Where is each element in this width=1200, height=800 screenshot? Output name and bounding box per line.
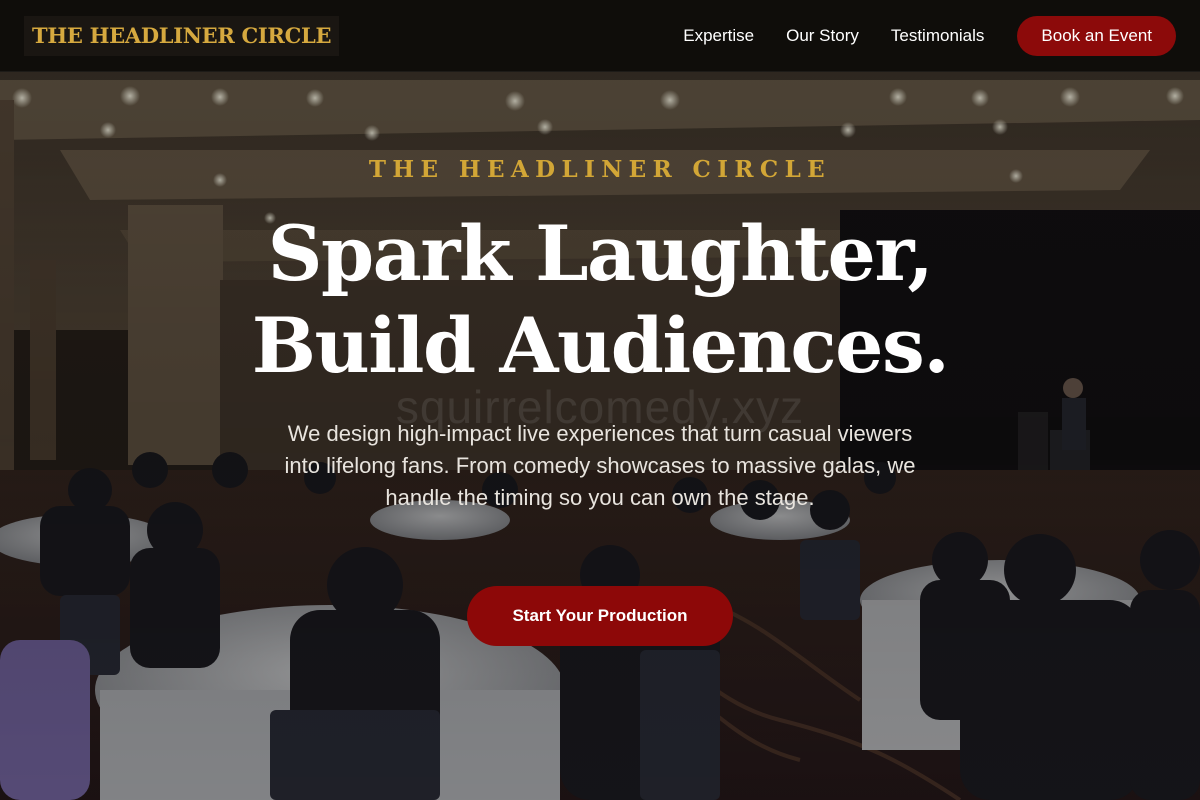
book-event-button[interactable]: Book an Event	[1017, 15, 1176, 56]
hero-description: We design high-impact live experiences t…	[284, 421, 916, 510]
start-production-button[interactable]: Start Your Production	[467, 586, 733, 646]
headline-line-1: Spark Laughter,	[267, 209, 934, 298]
hero-headline: Spark Laughter, Build Audiences.	[0, 208, 1200, 392]
hero-eyebrow: THE HEADLINER CIRCLE	[368, 156, 832, 183]
brand-logo[interactable]: THE HEADLINER CIRCLE	[24, 15, 340, 56]
nav-link-expertise[interactable]: Expertise	[683, 26, 754, 46]
nav-links: Expertise Our Story Testimonials Book an…	[683, 15, 1176, 56]
nav-link-testimonials[interactable]: Testimonials	[891, 26, 985, 46]
nav-link-our-story[interactable]: Our Story	[786, 26, 859, 46]
hero-section: THE HEADLINER CIRCLE squirrelcomedy.xyz …	[0, 72, 1200, 800]
headline-line-2: Build Audiences.	[251, 301, 950, 390]
top-navbar: THE HEADLINER CIRCLE Expertise Our Story…	[0, 0, 1200, 72]
